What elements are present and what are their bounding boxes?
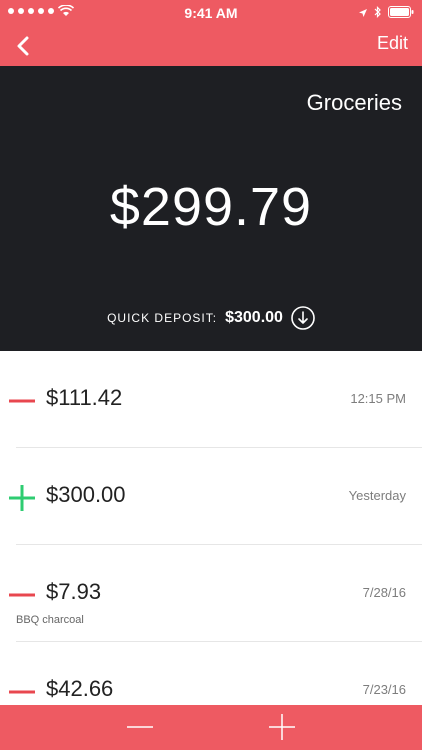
plus-icon	[8, 484, 36, 512]
transaction-date: 7/28/16	[362, 585, 406, 600]
minus-icon	[8, 581, 36, 609]
edit-button[interactable]: Edit	[377, 33, 408, 54]
transaction-amount: $7.93	[46, 579, 102, 604]
transaction-date: 7/23/16	[362, 682, 406, 697]
transaction-row[interactable]: $7.93 7/28/16 BBQ charcoal	[0, 545, 422, 642]
transaction-list: $111.42 12:15 PM $300.00 Yesterday $7.93…	[0, 351, 422, 705]
minus-icon	[8, 387, 36, 415]
transaction-row[interactable]: $300.00 Yesterday	[0, 448, 422, 545]
minus-icon	[126, 726, 154, 745]
back-button[interactable]	[10, 32, 38, 60]
transaction-amount: $111.42	[46, 385, 123, 410]
add-deposit-button[interactable]	[268, 713, 296, 741]
transaction-note: BBQ charcoal	[16, 614, 84, 626]
chevron-left-icon	[10, 36, 38, 64]
transaction-date: 12:15 PM	[350, 391, 406, 406]
minus-icon	[8, 678, 36, 705]
quick-deposit-label: QUICK DEPOSIT:	[107, 311, 218, 325]
location-arrow-icon	[358, 5, 368, 23]
transaction-row[interactable]: $42.66 7/23/16	[0, 642, 422, 705]
bottom-toolbar	[0, 705, 422, 750]
status-bar: 9:41 AM	[0, 0, 422, 24]
bluetooth-icon	[374, 5, 382, 23]
account-header: Groceries $299.79 QUICK DEPOSIT: $300.00	[0, 66, 422, 351]
transaction-amount: $300.00	[46, 482, 126, 507]
battery-icon	[388, 5, 414, 23]
transaction-row[interactable]: $111.42 12:15 PM	[0, 351, 422, 448]
balance-amount: $299.79	[109, 177, 313, 237]
nav-bar: Edit	[0, 24, 422, 66]
arrow-down-circle-icon	[291, 306, 315, 330]
quick-deposit-button[interactable]: QUICK DEPOSIT: $300.00	[0, 306, 422, 330]
transaction-amount: $42.66	[46, 676, 114, 701]
plus-icon	[268, 714, 296, 745]
transaction-date: Yesterday	[348, 488, 406, 503]
category-title: Groceries	[306, 90, 402, 115]
quick-deposit-amount: $300.00	[225, 309, 283, 326]
add-withdrawal-button[interactable]	[126, 713, 154, 741]
